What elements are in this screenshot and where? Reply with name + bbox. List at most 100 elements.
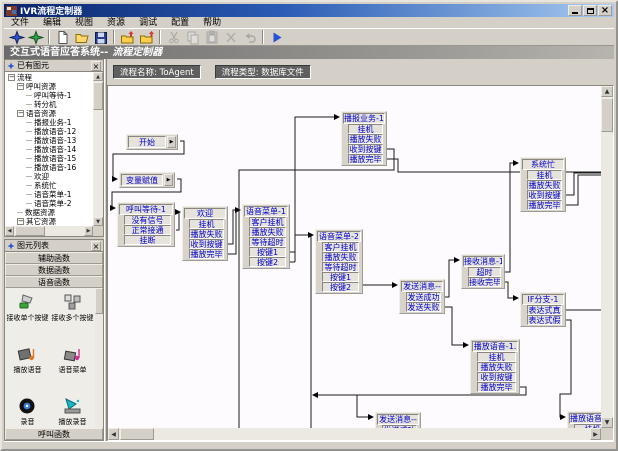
close-button[interactable]: × — [598, 5, 612, 16]
node-port-接收完毕[interactable]: 接收完毕 — [468, 277, 501, 287]
flow-node-sys-busy[interactable]: 系统忙挂机播放失败收到按键播放完毕 — [520, 157, 566, 212]
flow-node-broadcast-1[interactable]: 播报业务-1挂机播放失败收到按键播放完毕 — [341, 111, 387, 166]
export-flow-button[interactable] — [118, 29, 137, 45]
scroll-left-icon[interactable]: ◀ — [5, 226, 14, 236]
node-port-客户挂机[interactable]: 客户挂机 — [322, 242, 359, 252]
flow-node-play-voice-1a[interactable]: 播放语音-1.挂机播放失败收到按键播放完毕 — [470, 339, 520, 394]
node-port-播放失败[interactable]: 播放失败 — [527, 180, 562, 190]
palette-item-播放语音[interactable]: 播放语音 — [5, 344, 50, 394]
node-port-表达式假[interactable]: 表达式假 — [527, 315, 562, 325]
node-port-表达式真[interactable]: 表达式真 — [527, 305, 562, 315]
flow-node-if-branch-1[interactable]: IF分支-1表达式真表达式假 — [520, 292, 566, 327]
flow-node-var-assign[interactable]: 变量赋值▶ — [119, 172, 175, 188]
scroll-up-icon[interactable]: ▲ — [601, 86, 613, 97]
node-port-收到按键[interactable]: 收到按键 — [189, 239, 224, 249]
open-folder-button[interactable] — [72, 29, 91, 45]
tree-item-呼叫等待-1[interactable]: 呼叫等待-1 — [6, 91, 93, 100]
scroll-down-icon[interactable]: ▼ — [93, 217, 103, 226]
flow-node-send-msg-mid[interactable]: 发送消息--发送成功发送失败 — [399, 279, 445, 314]
node-expand-button[interactable]: ▶ — [164, 174, 173, 186]
node-port-等待超时[interactable]: 等待超时 — [322, 262, 359, 272]
flow-node-recv-msg-1[interactable]: 接收消息-1超时接收完毕 — [461, 254, 505, 289]
node-port-播放完毕[interactable]: 播放完毕 — [348, 154, 383, 164]
menu-item-5[interactable]: 调试 — [132, 17, 164, 29]
scroll-thumb[interactable] — [601, 98, 613, 132]
node-port-超时[interactable]: 超时 — [468, 267, 501, 277]
node-port-播放失败[interactable]: 播放失败 — [189, 229, 224, 239]
node-port-播放完毕[interactable]: 播放完毕 — [189, 249, 224, 259]
node-port-按键1[interactable]: 按键1 — [322, 272, 359, 282]
scroll-thumb[interactable] — [15, 226, 45, 236]
node-port-播放失败[interactable]: 播放失败 — [348, 134, 383, 144]
tree-expand-icon[interactable]: − — [8, 74, 15, 81]
tree-item-语音资源[interactable]: −语音资源 — [6, 109, 93, 118]
palette-item-播放录音[interactable]: 播放录音 — [50, 396, 95, 428]
tree-item-流程[interactable]: −流程 — [6, 73, 93, 82]
node-port-等待超时[interactable]: 等待超时 — [249, 237, 286, 247]
tree-item-播放语音-15[interactable]: 播放语音-15 — [6, 154, 93, 163]
flow-canvas[interactable]: 开始▶ 变量赋值▶ 呼叫等待-1没有信号正常接通挂断欢迎挂机播放失败收到按键播放完毕… — [108, 86, 601, 428]
scroll-left-icon[interactable]: ◀ — [108, 428, 119, 440]
node-port-播放失败[interactable]: 播放失败 — [249, 227, 286, 237]
flow-node-voice-menu-2[interactable]: 语音菜单-2客户挂机播放失败等待超时按键1按键2 — [315, 229, 363, 294]
palette-scrollbar[interactable] — [95, 288, 103, 428]
flow-node-send-msg-bottom[interactable]: 发送消息--发送成功发送失败 — [375, 412, 421, 428]
save-floppy-button[interactable] — [91, 29, 110, 45]
maximize-button[interactable] — [583, 5, 597, 16]
canvas-horizontal-scrollbar[interactable]: ◀ ▶ — [108, 428, 601, 440]
node-expand-button[interactable]: ▶ — [167, 136, 176, 148]
menu-item-3[interactable]: 视图 — [68, 17, 100, 29]
node-port-正常接通[interactable]: 正常接通 — [124, 225, 171, 235]
node-port-挂机[interactable]: 挂机 — [477, 352, 516, 362]
flow-node-play-voice-1b[interactable]: 播放语音-1.挂机播放失败 — [567, 411, 601, 428]
node-port-客户挂机[interactable]: 客户挂机 — [249, 217, 286, 227]
scroll-thumb[interactable] — [93, 82, 103, 110]
new-file-button[interactable] — [53, 29, 72, 45]
tree-item-播放语音-12[interactable]: 播放语音-12 — [6, 127, 93, 136]
tree-item-数据资源[interactable]: 数据资源 — [6, 208, 93, 217]
title-bar[interactable]: IVR流程定制器 × — [4, 4, 614, 17]
tree-item-播放语音-13[interactable]: 播放语音-13 — [6, 136, 93, 145]
tree-item-欢迎[interactable]: 欢迎 — [6, 172, 93, 181]
flow-node-voice-menu-1[interactable]: 语音菜单-1客户挂机播放失败等待超时按键1按键2 — [242, 204, 290, 269]
scroll-right-icon[interactable]: ▶ — [84, 226, 93, 236]
node-port-按键1[interactable]: 按键1 — [249, 247, 286, 257]
scroll-up-icon[interactable]: ▲ — [93, 72, 103, 81]
category-2[interactable]: 数据函数 — [5, 264, 103, 276]
tree-item-呼叫资源[interactable]: −呼叫资源 — [6, 82, 93, 91]
node-port-挂机[interactable]: 挂机 — [348, 124, 383, 134]
flow-node-welcome[interactable]: 欢迎挂机播放失败收到按键播放完毕 — [182, 206, 228, 261]
menu-item-6[interactable]: 配置 — [164, 17, 196, 29]
import-flow-button[interactable] — [137, 29, 156, 45]
menu-item-1[interactable]: 文件 — [4, 17, 36, 29]
tree-item-语音菜单-1[interactable]: 语音菜单-1 — [6, 190, 93, 199]
node-port-按键2[interactable]: 按键2 — [322, 282, 359, 292]
run-button[interactable] — [267, 29, 286, 45]
tree-vertical-scrollbar[interactable]: ▲ ▼ — [93, 72, 103, 226]
node-port-收到按键[interactable]: 收到按键 — [477, 372, 516, 382]
node-port-发送失败[interactable]: 发送失败 — [406, 302, 441, 312]
flow-node-start[interactable]: 开始▶ — [126, 134, 178, 150]
scroll-thumb[interactable] — [95, 288, 103, 314]
palette-item-接收多个按键[interactable]: 接收多个按键 — [50, 292, 95, 342]
tree-item-播放语音-14[interactable]: 播放语音-14 — [6, 145, 93, 154]
tree-item-其它资源[interactable]: −其它资源 — [6, 217, 93, 226]
tree-item-系统忙[interactable]: 系统忙 — [6, 181, 93, 190]
node-port-播放失败[interactable]: 播放失败 — [477, 362, 516, 372]
node-port-收到按键[interactable]: 收到按键 — [527, 190, 562, 200]
tree-item-转分机[interactable]: 转分机 — [6, 100, 93, 109]
category-call-functions[interactable]: 呼叫函数 — [5, 428, 103, 440]
tree-horizontal-scrollbar[interactable]: ◀ ▶ — [5, 226, 93, 236]
flow-node-call-wait-1[interactable]: 呼叫等待-1没有信号正常接通挂断 — [117, 202, 175, 247]
palette-item-接收单个按键[interactable]: 接收单个按键 — [5, 292, 50, 342]
nav-forward-diamond-button[interactable] — [26, 29, 45, 45]
canvas-vertical-scrollbar[interactable]: ▲ ▼ — [601, 86, 613, 428]
tree-expand-icon[interactable]: − — [17, 83, 24, 90]
node-port-挂机[interactable]: 挂机 — [527, 170, 562, 180]
scroll-thumb[interactable] — [120, 428, 154, 440]
category-1[interactable]: 辅助函数 — [5, 252, 103, 264]
palette-item-语音菜单[interactable]: 语音菜单 — [50, 344, 95, 394]
node-port-收到按键[interactable]: 收到按键 — [348, 144, 383, 154]
node-port-没有信号[interactable]: 没有信号 — [124, 215, 171, 225]
menu-item-4[interactable]: 资源 — [100, 17, 132, 29]
